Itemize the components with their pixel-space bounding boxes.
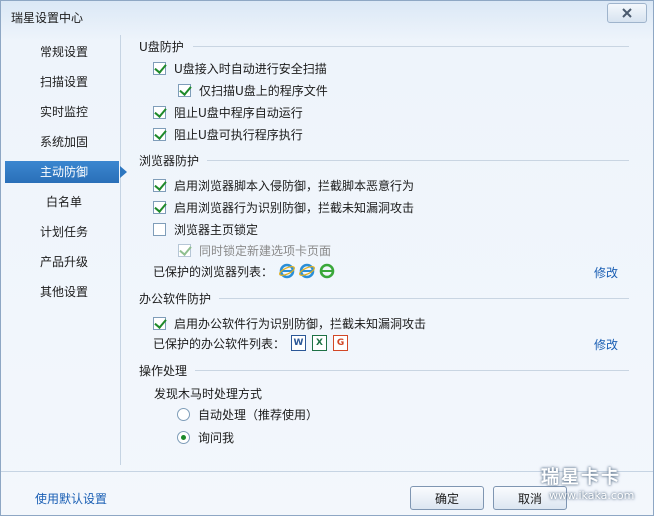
wps-icon: G (333, 335, 349, 351)
protected-office-label: 已保护的办公软件列表： (153, 336, 286, 351)
option-udisk-block-autorun[interactable]: 阻止U盘中程序自动运行 (153, 103, 303, 121)
modify-office-link[interactable]: 修改 (594, 336, 618, 353)
option-label: 仅扫描U盘上的程序文件 (199, 83, 328, 98)
radio-auto-handle[interactable]: 自动处理（推荐使用） (177, 405, 318, 423)
section-divider (219, 298, 629, 299)
close-icon (622, 8, 632, 18)
sidebar-nav: 常规设置 扫描设置 实时监控 系统加固 主动防御 白名单 计划任务 产品升级 其… (5, 35, 127, 465)
option-udisk-block-exec[interactable]: 阻止U盘可执行程序执行 (153, 125, 303, 143)
checkbox[interactable] (153, 127, 166, 141)
option-label: U盘接入时自动进行安全扫描 (174, 61, 327, 76)
close-button[interactable] (607, 3, 647, 23)
sidebar-item-upgrade[interactable]: 产品升级 (5, 251, 119, 273)
title-bar: 瑞星设置中心 (1, 1, 653, 33)
section-divider (195, 370, 629, 371)
checkbox[interactable] (153, 105, 166, 119)
option-browser-behavior[interactable]: 启用浏览器行为识别防御，拦截未知漏洞攻击 (153, 198, 414, 216)
sidebar-item-scan[interactable]: 扫描设置 (5, 71, 119, 93)
radio-label: 自动处理（推荐使用） (198, 407, 319, 422)
radio-label: 询问我 (198, 430, 235, 445)
sidebar-item-label: 其他设置 (40, 285, 89, 299)
ie-icon (319, 263, 335, 279)
sidebar-item-label: 主动防御 (40, 165, 89, 179)
option-label: 启用浏览器行为识别防御，拦截未知漏洞攻击 (174, 200, 415, 215)
ok-button-label: 确定 (434, 491, 459, 506)
option-browser-script[interactable]: 启用浏览器脚本入侵防御，拦截脚本恶意行为 (153, 176, 414, 194)
sidebar-item-label: 计划任务 (40, 225, 89, 239)
option-browser-homepage-lock[interactable]: 浏览器主页锁定 (153, 220, 258, 238)
action-subtitle: 发现木马时处理方式 (154, 387, 263, 401)
watermark-logo: 瑞星卡卡 www.ikaka.com (539, 463, 649, 511)
checkbox[interactable] (153, 178, 166, 192)
checkbox[interactable] (153, 222, 166, 236)
sidebar-item-schedule[interactable]: 计划任务 (5, 221, 119, 243)
sidebar-item-label: 白名单 (46, 195, 83, 209)
section-title-action: 操作处理 (139, 364, 188, 378)
sidebar-item-whitelist[interactable]: 白名单 (5, 191, 119, 213)
checkbox (178, 243, 191, 257)
sidebar-item-label: 常规设置 (40, 45, 89, 59)
restore-defaults-link[interactable]: 使用默认设置 (35, 490, 107, 507)
section-divider (207, 160, 629, 161)
option-label: 同时锁定新建选项卡页面 (199, 243, 332, 258)
section-title-udisk: U盘防护 (139, 40, 184, 54)
active-arrow-icon (120, 166, 127, 178)
sidebar-item-label: 扫描设置 (40, 75, 89, 89)
protected-browsers-row: 已保护的浏览器列表： (153, 262, 339, 280)
settings-window: 瑞星设置中心 常规设置 扫描设置 实时监控 系统加固 主动防御 白名单 计划任务… (0, 0, 654, 516)
window-title: 瑞星设置中心 (11, 11, 84, 25)
radio-button[interactable] (177, 407, 190, 421)
option-label: 阻止U盘中程序自动运行 (174, 105, 303, 120)
option-label: 浏览器主页锁定 (174, 222, 259, 237)
ie-icon (299, 263, 315, 279)
option-label: 阻止U盘可执行程序执行 (174, 127, 303, 142)
section-title-browser: 浏览器防护 (139, 154, 200, 168)
checkbox[interactable] (153, 316, 166, 330)
sidebar-item-general[interactable]: 常规设置 (5, 41, 119, 63)
ie-icon (279, 263, 295, 279)
watermark-title: 瑞星卡卡 (541, 467, 621, 488)
option-label: 启用浏览器脚本入侵防御，拦截脚本恶意行为 (174, 178, 415, 193)
checkbox[interactable] (178, 83, 191, 97)
section-divider (193, 46, 629, 47)
ok-button[interactable]: 确定 (410, 486, 484, 510)
radio-ask-me[interactable]: 询问我 (177, 428, 234, 446)
sidebar-item-active-defense[interactable]: 主动防御 (5, 161, 127, 183)
modify-browsers-link[interactable]: 修改 (594, 264, 618, 281)
option-office-behavior[interactable]: 启用办公软件行为识别防御，拦截未知漏洞攻击 (153, 314, 426, 332)
sidebar-item-hardening[interactable]: 系统加固 (5, 131, 119, 153)
checkbox[interactable] (153, 200, 166, 214)
option-label: 启用办公软件行为识别防御，拦截未知漏洞攻击 (174, 316, 427, 331)
watermark-url: www.ikaka.com (549, 489, 635, 502)
excel-icon: X (312, 335, 328, 351)
protected-browsers-label: 已保护的浏览器列表： (153, 264, 274, 279)
word-icon: W (291, 335, 307, 351)
sidebar-item-label: 产品升级 (40, 255, 89, 269)
sidebar-item-label: 实时监控 (40, 105, 89, 119)
sidebar-item-label: 系统加固 (40, 135, 89, 149)
section-title-office: 办公软件防护 (139, 292, 212, 306)
checkbox[interactable] (153, 61, 166, 75)
sidebar-item-realtime[interactable]: 实时监控 (5, 101, 119, 123)
option-browser-newtab-lock: 同时锁定新建选项卡页面 (178, 241, 331, 259)
option-udisk-autoscan[interactable]: U盘接入时自动进行安全扫描 (153, 59, 327, 77)
protected-office-row: 已保护的办公软件列表： W X G (153, 334, 354, 352)
option-udisk-program-only[interactable]: 仅扫描U盘上的程序文件 (178, 81, 328, 99)
radio-button[interactable] (177, 430, 190, 444)
sidebar-item-other[interactable]: 其他设置 (5, 281, 119, 303)
